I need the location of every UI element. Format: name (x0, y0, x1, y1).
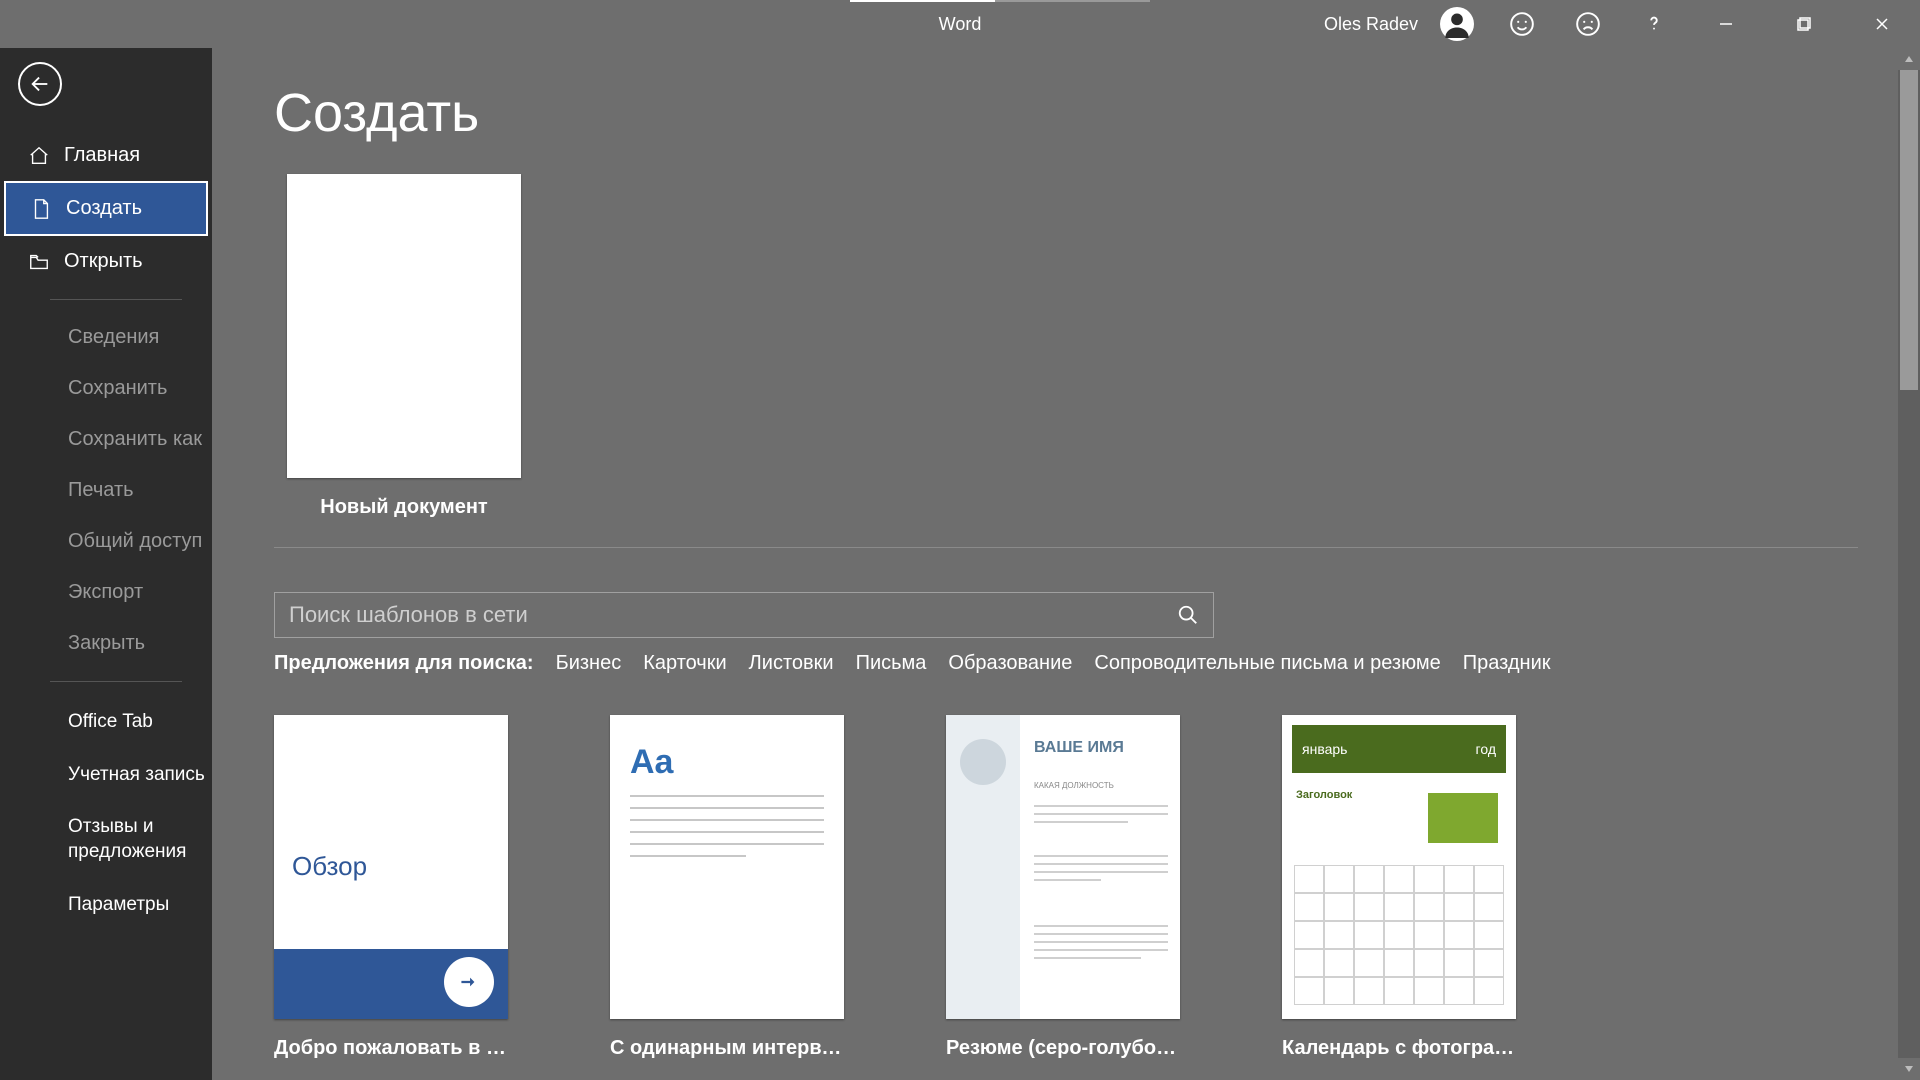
help-icon[interactable] (1630, 0, 1678, 48)
avatar[interactable] (1440, 7, 1474, 41)
page-title: Создать (274, 82, 1920, 144)
preview-text: год (1476, 741, 1496, 757)
suggestion-link[interactable]: Бизнес (556, 652, 622, 675)
template-resume[interactable]: ВАШЕ ИМЯ КАКАЯ ДОЛЖНОСТЬ (946, 715, 1180, 1019)
nav-print[interactable]: Печать (0, 465, 212, 516)
nav-label: Создать (66, 197, 142, 220)
suggestion-link[interactable]: Листовки (749, 652, 834, 675)
nav-home[interactable]: Главная (0, 130, 212, 181)
preview-text: КАКАЯ ДОЛЖНОСТЬ (1034, 781, 1114, 790)
template-label: Календарь с фотографи… (1282, 1037, 1518, 1060)
template-label: Добро пожаловать в W… (274, 1037, 510, 1060)
nav-export[interactable]: Экспорт (0, 567, 212, 618)
preview-text: Заголовок (1296, 789, 1352, 801)
back-button[interactable] (18, 62, 62, 106)
nav-save-as[interactable]: Сохранить как (0, 414, 212, 465)
template-single-spacing[interactable]: Aa (610, 715, 844, 1019)
restore-button[interactable] (1774, 2, 1834, 46)
title-bar: Word Oles Radev (0, 0, 1920, 48)
nav-close[interactable]: Закрыть (0, 618, 212, 669)
nav-save[interactable]: Сохранить (0, 363, 212, 414)
preview-text: Обзор (292, 851, 367, 882)
search-button[interactable] (1163, 593, 1213, 637)
nav-share[interactable]: Общий доступ (0, 516, 212, 567)
nav-label: Открыть (64, 250, 143, 273)
scrollbar-track[interactable] (1898, 70, 1920, 1058)
divider (274, 547, 1858, 548)
template-welcome[interactable]: Обзор (274, 715, 508, 1019)
suggestion-link[interactable]: Карточки (643, 652, 726, 675)
tab-strip (850, 0, 1150, 2)
scroll-up-button[interactable] (1898, 48, 1920, 70)
minimize-button[interactable] (1696, 2, 1756, 46)
app-title: Word (939, 14, 982, 35)
suggestions-label: Предложения для поиска: (274, 652, 534, 675)
suggestion-link[interactable]: Образование (948, 652, 1072, 675)
backstage-sidebar: Главная Создать Открыть Сведения Сохрани… (0, 48, 212, 1080)
nav-info[interactable]: Сведения (0, 312, 212, 363)
template-label: Новый документ (274, 496, 534, 519)
nav-feedback[interactable]: Отзывы и предложения (0, 801, 212, 878)
nav-account[interactable]: Учетная запись (0, 749, 212, 802)
close-button[interactable] (1852, 2, 1912, 46)
nav-open[interactable]: Открыть (0, 236, 212, 287)
template-label: Резюме (серо-голубое… (946, 1037, 1182, 1060)
feedback-sad-icon[interactable] (1564, 0, 1612, 48)
content-area: Создать Новый документ Предложения для п… (212, 48, 1920, 1080)
preview-text: январь (1302, 741, 1347, 757)
suggestion-link[interactable]: Праздник (1463, 652, 1551, 675)
preview-text: Aa (630, 743, 673, 782)
nav-office-tab[interactable]: Office Tab (0, 696, 212, 749)
template-search-box (274, 592, 1214, 638)
scrollbar-thumb[interactable] (1900, 70, 1918, 390)
username[interactable]: Oles Radev (1324, 14, 1418, 35)
nav-label: Главная (64, 144, 140, 167)
nav-options[interactable]: Параметры (0, 879, 212, 932)
template-search-input[interactable] (275, 602, 1163, 628)
divider (50, 299, 182, 300)
arrow-right-icon (444, 957, 494, 1007)
search-suggestions: Предложения для поиска: Бизнес Карточки … (274, 652, 1858, 675)
scroll-down-button[interactable] (1898, 1058, 1920, 1080)
divider (50, 681, 182, 682)
template-blank-document[interactable] (287, 174, 521, 478)
template-label: С одинарным интервал… (610, 1037, 846, 1060)
template-calendar[interactable]: январь год Заголовок (1282, 715, 1516, 1019)
vertical-scrollbar (1898, 48, 1920, 1080)
preview-text: ВАШЕ ИМЯ (1034, 739, 1124, 757)
nav-new[interactable]: Создать (4, 181, 208, 236)
suggestion-link[interactable]: Письма (856, 652, 927, 675)
suggestion-link[interactable]: Сопроводительные письма и резюме (1094, 652, 1440, 675)
feedback-smile-icon[interactable] (1498, 0, 1546, 48)
